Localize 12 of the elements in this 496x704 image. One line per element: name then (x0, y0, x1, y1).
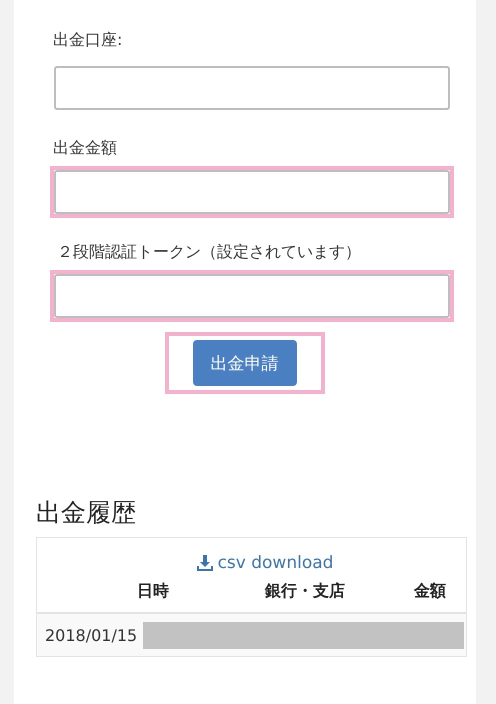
column-header: 金額 (412, 581, 446, 602)
field-label: 出金口座: (53, 29, 124, 51)
section-title: 出金履歴 (36, 497, 137, 529)
field-label: 出金金額 (53, 137, 118, 159)
csv-download-link[interactable]: csv download (196, 553, 334, 573)
column-header: 銀行・支店 (264, 581, 345, 602)
submit-button[interactable]: 出金申請 (192, 340, 296, 386)
table-cell: 2018/01/15 (45, 626, 138, 644)
field-label: ２段階認証トークン（設定されています） (57, 241, 362, 263)
column-header: 日時 (136, 581, 169, 602)
download-icon (196, 554, 214, 572)
input-field[interactable] (54, 66, 450, 110)
